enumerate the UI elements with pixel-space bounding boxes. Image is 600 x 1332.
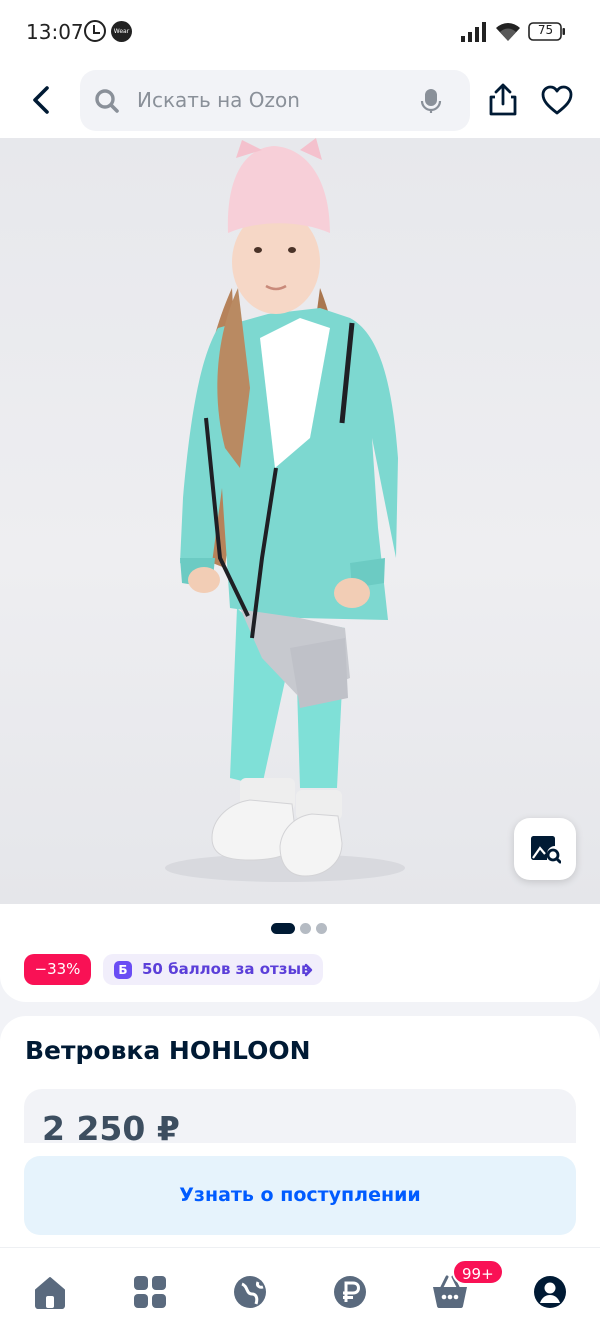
share-button[interactable] (486, 82, 520, 118)
product-badges-card: −33% Б 50 баллов за отзыв (0, 904, 600, 1002)
search-placeholder: Искать на Ozon (137, 88, 300, 112)
product-title: Ветровка HOHLOON (25, 1036, 311, 1065)
search-input[interactable]: Искать на Ozon (80, 70, 470, 131)
battery-level: 75 (537, 23, 554, 37)
status-bar: 13:07 Wear 75 (0, 0, 600, 62)
visual-search-button[interactable] (514, 818, 576, 880)
product-title-card: Ветровка HOHLOON 2 250 ₽ (0, 1016, 600, 1149)
favorite-button[interactable] (540, 84, 574, 116)
image-search-icon (531, 836, 561, 864)
gallery-dot[interactable] (316, 923, 327, 934)
catalog-icon[interactable] (130, 1272, 170, 1312)
action-bar: Узнать о поступлении (0, 1143, 600, 1247)
product-gallery[interactable] (0, 138, 600, 904)
product-photo (165, 138, 405, 882)
gallery-pagination (271, 923, 331, 935)
search-icon (95, 89, 119, 113)
top-bar: Искать на Ozon (0, 62, 600, 138)
finance-icon[interactable] (330, 1272, 370, 1312)
points-icon: Б (114, 961, 132, 979)
bottom-tab-bar: 99+ (0, 1247, 600, 1332)
profile-icon[interactable] (530, 1272, 570, 1312)
wear-icon: Wear (111, 21, 132, 42)
notify-when-available-button[interactable]: Узнать о поступлении (24, 1156, 576, 1235)
gallery-dot[interactable] (300, 923, 311, 934)
alarm-icon (84, 20, 106, 42)
chevron-right-icon (304, 963, 313, 977)
back-button[interactable] (24, 82, 60, 118)
review-points-badge[interactable]: Б 50 баллов за отзыв (103, 954, 323, 985)
signal-icon (461, 22, 486, 42)
gallery-dot-active[interactable] (271, 923, 295, 934)
fresh-icon[interactable] (230, 1272, 270, 1312)
wifi-icon (496, 23, 520, 41)
discount-badge: −33% (24, 954, 91, 985)
home-icon[interactable] (30, 1272, 70, 1312)
price-box: 2 250 ₽ (24, 1089, 576, 1149)
microphone-icon[interactable] (420, 88, 442, 114)
status-time: 13:07 (26, 20, 84, 44)
cart-count-badge: 99+ (452, 1259, 504, 1285)
review-points-label: 50 баллов за отзыв (142, 960, 311, 978)
